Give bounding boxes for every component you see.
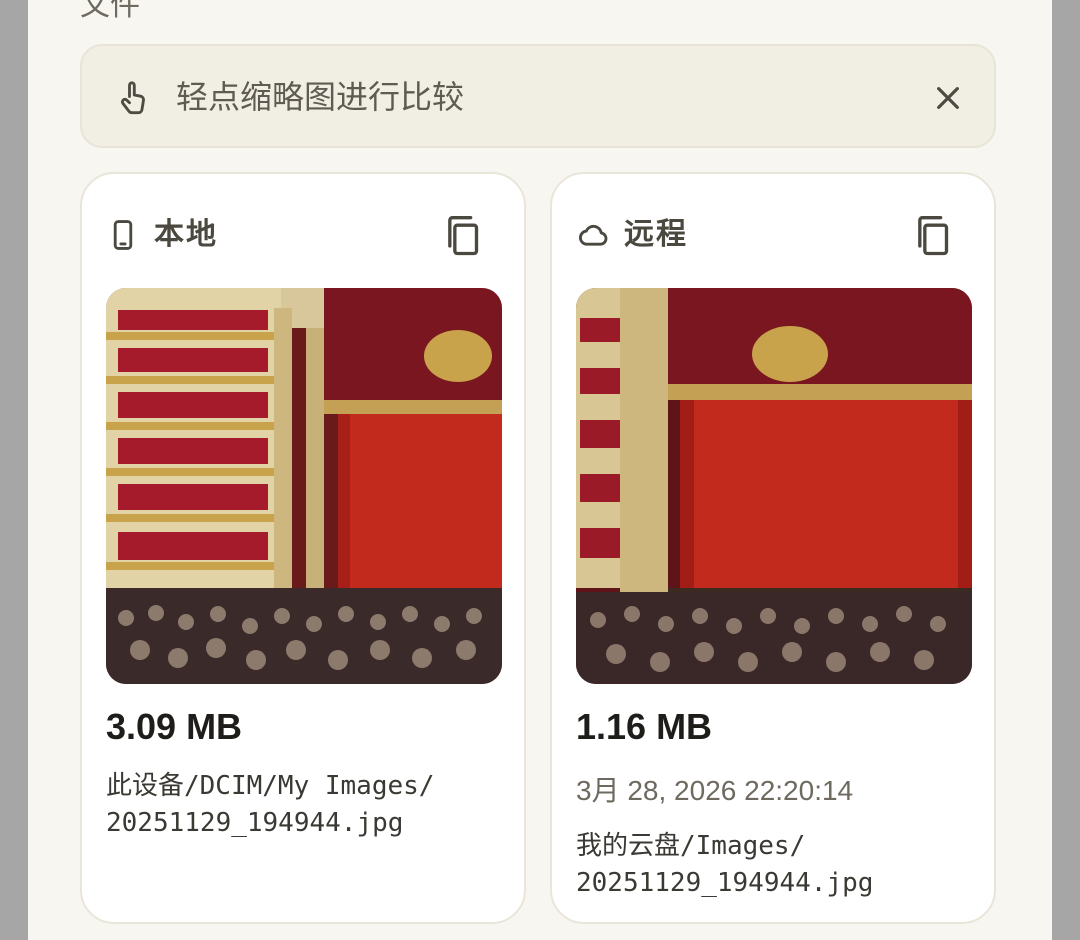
cloud-icon <box>579 224 608 246</box>
remote-title: 远程 <box>624 217 688 252</box>
phone-icon <box>113 220 133 250</box>
compare-hint-banner: 轻点缩略图进行比较 <box>80 44 996 148</box>
local-title: 本地 <box>154 217 218 252</box>
local-theatre-image <box>106 288 502 684</box>
remote-theatre-image <box>576 288 972 684</box>
remote-file-path[interactable]: 我的云盘/Images/ 20251129_194944.jpg <box>576 828 873 902</box>
file-compare-sheet: 文件 轻点缩略图进行比较 本地 3.09 MB 此设备/DCIM/My Imag… <box>28 0 1052 940</box>
local-path-line-1: 此设备/DCIM/My Images/ <box>106 771 435 801</box>
copy-icon[interactable] <box>444 214 484 258</box>
section-label: 文件 <box>80 0 140 23</box>
compare-hint-text: 轻点缩略图进行比较 <box>176 78 465 116</box>
close-icon[interactable] <box>932 82 964 114</box>
remote-path-line-1: 我的云盘/Images/ <box>576 831 806 861</box>
remote-file-card: 远程 1.16 MB 3月 28, 2026 22:20:14 我的云盘/Ima… <box>550 172 996 924</box>
remote-thumbnail[interactable] <box>576 288 972 684</box>
remote-path-line-2: 20251129_194944.jpg <box>576 868 874 898</box>
local-file-card: 本地 3.09 MB 此设备/DCIM/My Images/ 20251129_… <box>80 172 526 924</box>
remote-file-size: 1.16 MB <box>576 706 713 747</box>
local-path-line-2: 20251129_194944.jpg <box>106 808 404 838</box>
copy-icon[interactable] <box>914 214 954 258</box>
local-file-path[interactable]: 此设备/DCIM/My Images/ 20251129_194944.jpg <box>106 768 434 842</box>
local-file-size: 3.09 MB <box>106 706 243 747</box>
local-thumbnail[interactable] <box>106 288 502 684</box>
touch-icon <box>120 81 145 115</box>
remote-modified-date: 3月 28, 2026 22:20:14 <box>576 775 854 806</box>
